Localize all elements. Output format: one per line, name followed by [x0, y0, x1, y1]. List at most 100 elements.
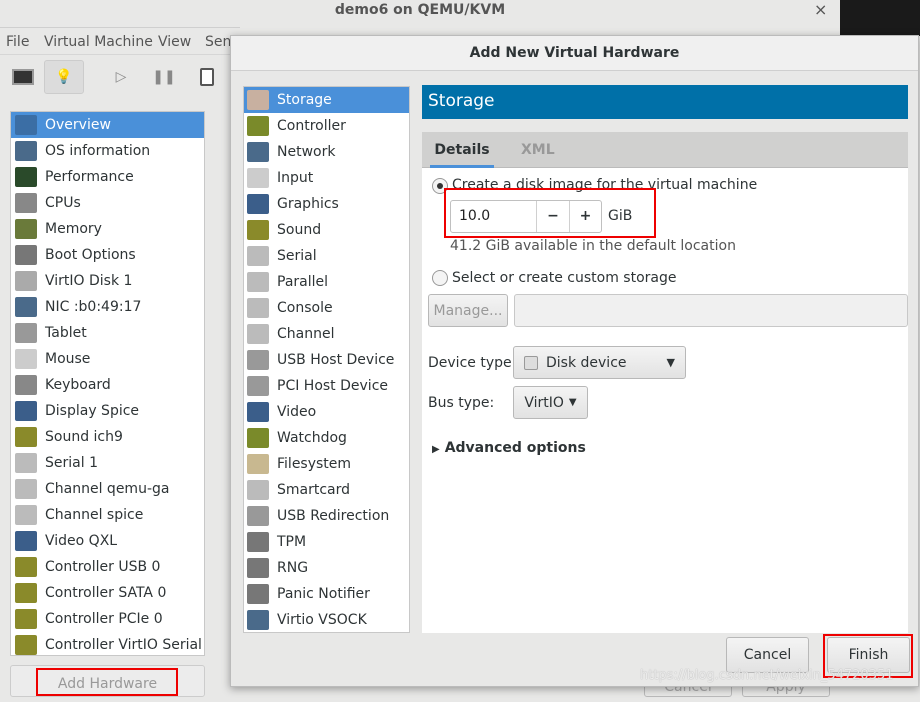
- sidebar-item-label: Sound ich9: [45, 429, 123, 445]
- hardware-type-item[interactable]: Input: [244, 165, 409, 191]
- sidebar-item[interactable]: Controller USB 0: [11, 554, 204, 580]
- sidebar-item[interactable]: Channel spice: [11, 502, 204, 528]
- disk-size-input[interactable]: 10.0: [451, 201, 536, 232]
- device-icon: [247, 168, 269, 188]
- hardware-type-item-label: USB Host Device: [277, 352, 395, 368]
- hardware-type-item-label: TPM: [277, 534, 307, 550]
- sidebar-item[interactable]: Mouse: [11, 346, 204, 372]
- hardware-type-item-label: Panic Notifier: [277, 586, 370, 602]
- sidebar-item[interactable]: Overview: [11, 112, 204, 138]
- power-icon[interactable]: [187, 60, 227, 94]
- hardware-type-item[interactable]: USB Host Device: [244, 347, 409, 373]
- sidebar-item[interactable]: Boot Options: [11, 242, 204, 268]
- tab-details[interactable]: Details: [430, 132, 494, 168]
- hardware-type-item[interactable]: Controller: [244, 113, 409, 139]
- hardware-type-item-label: Input: [277, 170, 314, 186]
- sidebar-item-label: Tablet: [45, 325, 87, 341]
- device-icon: [247, 116, 269, 136]
- hardware-type-item[interactable]: Filesystem: [244, 451, 409, 477]
- sidebar-item-label: Memory: [45, 221, 102, 237]
- sidebar-item[interactable]: Controller VirtIO Serial 0: [11, 632, 205, 655]
- sidebar-item[interactable]: Channel qemu-ga: [11, 476, 204, 502]
- sidebar-item[interactable]: Video QXL: [11, 528, 204, 554]
- disk-size-stepper[interactable]: 10.0 − +: [450, 200, 602, 233]
- hardware-type-item[interactable]: Virtio VSOCK: [244, 607, 409, 632]
- device-icon: [15, 271, 37, 291]
- hardware-type-item[interactable]: Parallel: [244, 269, 409, 295]
- sidebar-item[interactable]: Controller PCIe 0: [11, 606, 204, 632]
- hardware-type-item[interactable]: RNG: [244, 555, 409, 581]
- hardware-type-item[interactable]: Serial: [244, 243, 409, 269]
- device-icon: [15, 557, 37, 577]
- close-icon[interactable]: ×: [814, 0, 827, 19]
- sidebar-item[interactable]: Memory: [11, 216, 204, 242]
- sidebar-item[interactable]: Serial 1: [11, 450, 204, 476]
- device-icon: [15, 583, 37, 603]
- sidebar-item[interactable]: Keyboard: [11, 372, 204, 398]
- sidebar-item-label: Display Spice: [45, 403, 140, 419]
- hardware-type-item[interactable]: Smartcard: [244, 477, 409, 503]
- manage-button[interactable]: Manage...: [428, 294, 508, 327]
- device-icon: [15, 453, 37, 473]
- device-icon: [247, 558, 269, 578]
- hardware-type-item[interactable]: Console: [244, 295, 409, 321]
- play-icon[interactable]: ▷: [101, 60, 141, 94]
- sidebar-item-label: Controller USB 0: [45, 559, 161, 575]
- menu-virtual-machine[interactable]: Virtual Machine: [44, 34, 153, 50]
- device-type-dropdown[interactable]: Disk device ▼: [513, 346, 686, 379]
- sidebar-item[interactable]: CPUs: [11, 190, 204, 216]
- hardware-type-item[interactable]: Network: [244, 139, 409, 165]
- hardware-type-item[interactable]: Watchdog: [244, 425, 409, 451]
- bus-type-value: VirtIO: [524, 394, 564, 411]
- device-icon: [15, 115, 37, 135]
- menu-file[interactable]: File: [6, 34, 29, 50]
- hardware-type-item[interactable]: USB Redirection: [244, 503, 409, 529]
- sidebar-item[interactable]: Tablet: [11, 320, 204, 346]
- monitor-icon[interactable]: [3, 60, 43, 94]
- hardware-type-item-label: Channel: [277, 326, 335, 342]
- pause-icon[interactable]: ❚❚: [144, 60, 184, 94]
- device-icon: [15, 609, 37, 629]
- device-icon: [247, 194, 269, 214]
- device-icon: [247, 298, 269, 318]
- custom-storage-path-input[interactable]: [514, 294, 908, 327]
- sidebar-item-label: VirtIO Disk 1: [45, 273, 133, 289]
- hardware-type-item[interactable]: Storage: [244, 87, 409, 113]
- increment-button[interactable]: +: [569, 201, 601, 232]
- hardware-type-item[interactable]: Channel: [244, 321, 409, 347]
- hardware-type-item[interactable]: PCI Host Device: [244, 373, 409, 399]
- bus-type-dropdown[interactable]: VirtIO ▼: [513, 386, 588, 419]
- hardware-type-item[interactable]: Panic Notifier: [244, 581, 409, 607]
- sidebar-item[interactable]: VirtIO Disk 1: [11, 268, 204, 294]
- sidebar-item[interactable]: Sound ich9: [11, 424, 204, 450]
- sidebar-item[interactable]: Controller SATA 0: [11, 580, 204, 606]
- hardware-type-item[interactable]: Graphics: [244, 191, 409, 217]
- sidebar-item-label: Controller VirtIO Serial 0: [45, 637, 205, 653]
- device-icon: [247, 454, 269, 474]
- hardware-type-list[interactable]: Storage Controller Network Input Graphics Sou…: [243, 86, 410, 633]
- sidebar-item[interactable]: OS information: [11, 138, 204, 164]
- custom-storage-radio[interactable]: [432, 270, 448, 286]
- vm-details-sidebar[interactable]: Overview OS information Performance CPUs Mem…: [10, 111, 205, 656]
- device-icon: [15, 245, 37, 265]
- device-icon: [247, 142, 269, 162]
- hardware-type-item[interactable]: Video: [244, 399, 409, 425]
- hardware-type-item-label: Virtio VSOCK: [277, 612, 367, 628]
- hardware-type-item[interactable]: TPM: [244, 529, 409, 555]
- sidebar-item[interactable]: NIC :b0:49:17: [11, 294, 204, 320]
- menu-view[interactable]: View: [158, 34, 191, 50]
- hardware-type-item-label: Serial: [277, 248, 317, 264]
- lightbulb-icon[interactable]: 💡: [44, 60, 84, 94]
- advanced-options-expander[interactable]: ▶ Advanced options: [432, 440, 586, 456]
- device-icon: [15, 193, 37, 213]
- sidebar-item[interactable]: Display Spice: [11, 398, 204, 424]
- add-hardware-button[interactable]: Add Hardware: [10, 665, 205, 697]
- create-disk-radio[interactable]: [432, 178, 448, 194]
- sidebar-item[interactable]: Performance: [11, 164, 204, 190]
- tab-xml[interactable]: XML: [521, 132, 555, 168]
- device-icon: [247, 480, 269, 500]
- device-icon: [247, 506, 269, 526]
- decrement-button[interactable]: −: [536, 201, 569, 232]
- menu-send-key[interactable]: Sen: [205, 34, 231, 50]
- hardware-type-item[interactable]: Sound: [244, 217, 409, 243]
